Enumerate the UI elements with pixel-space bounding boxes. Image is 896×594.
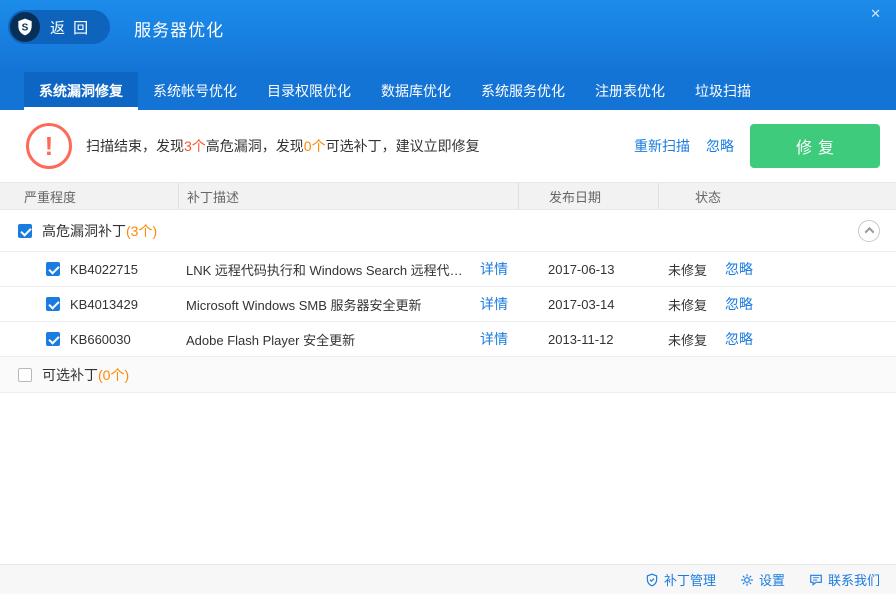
col-header-description: 补丁描述	[178, 183, 518, 209]
tab-system-service[interactable]: 系统服务优化	[466, 72, 580, 110]
rescan-link[interactable]: 重新扫描	[634, 136, 690, 156]
release-date: 2013-11-12	[518, 332, 658, 347]
empty-content-area	[0, 393, 896, 564]
settings-button[interactable]: 设置	[740, 570, 785, 589]
ignore-link[interactable]: 忽略	[725, 259, 753, 279]
kb-number: KB4022715	[70, 262, 138, 277]
group-checkbox-optional[interactable]	[18, 368, 32, 382]
status-text: 未修复	[668, 260, 707, 279]
back-button-label: 返 回	[50, 17, 90, 38]
titlebar: S 返 回 服务器优化 ✕	[0, 0, 896, 72]
severity-cell: KB4022715	[0, 262, 178, 277]
severity-cell: KB4013429	[0, 297, 178, 312]
col-header-date: 发布日期	[518, 183, 658, 209]
status-cell: 未修复 忽略	[658, 259, 896, 279]
alert-actions: 重新扫描 忽略 修复	[634, 124, 880, 168]
tab-registry-optimize[interactable]: 注册表优化	[580, 72, 680, 110]
col-header-severity: 严重程度	[0, 187, 178, 206]
description-cell: LNK 远程代码执行和 Windows Search 远程代码执... 详情	[178, 259, 518, 279]
status-cell: 未修复 忽略	[658, 294, 896, 314]
status-cell: 未修复 忽略	[658, 329, 896, 349]
scan-result-banner: ! 扫描结束，发现3个高危漏洞，发现0个可选补丁，建议立即修复 重新扫描 忽略 …	[0, 110, 896, 182]
contact-us-label: 联系我们	[828, 570, 880, 589]
patch-description: LNK 远程代码执行和 Windows Search 远程代码执...	[186, 260, 466, 279]
table-row: KB4022715 LNK 远程代码执行和 Windows Search 远程代…	[0, 252, 896, 287]
chat-icon	[809, 573, 823, 587]
group-count-optional: (0个)	[98, 367, 129, 383]
app-window: S 返 回 服务器优化 ✕ 系统漏洞修复 系统帐号优化 目录权限优化 数据库优化…	[0, 0, 896, 594]
kb-number: KB660030	[70, 332, 131, 347]
app-logo-icon: S	[10, 12, 40, 42]
detail-link[interactable]: 详情	[480, 329, 508, 349]
table-row: KB660030 Adobe Flash Player 安全更新 详情 2013…	[0, 322, 896, 357]
page-title: 服务器优化	[134, 16, 224, 41]
row-checkbox[interactable]	[46, 332, 60, 346]
group-count-high-risk: (3个)	[126, 223, 157, 239]
group-row-optional: 可选补丁(0个)	[0, 357, 896, 393]
patch-description: Microsoft Windows SMB 服务器安全更新	[186, 295, 421, 314]
group-label-optional: 可选补丁(0个)	[42, 365, 129, 385]
settings-label: 设置	[759, 570, 785, 589]
description-cell: Adobe Flash Player 安全更新 详情	[178, 329, 518, 349]
release-date: 2017-06-13	[518, 262, 658, 277]
scan-result-text: 扫描结束，发现3个高危漏洞，发现0个可选补丁，建议立即修复	[86, 136, 634, 156]
table-header: 严重程度 补丁描述 发布日期 状态	[0, 182, 896, 210]
optional-count: 0个	[304, 138, 326, 154]
group-label-high-risk: 高危漏洞补丁(3个)	[42, 221, 157, 241]
detail-link[interactable]: 详情	[480, 294, 508, 314]
table-row: KB4013429 Microsoft Windows SMB 服务器安全更新 …	[0, 287, 896, 322]
tab-database-optimize[interactable]: 数据库优化	[366, 72, 466, 110]
release-date: 2017-03-14	[518, 297, 658, 312]
high-risk-count: 3个	[184, 138, 206, 154]
group-row-high-risk: 高危漏洞补丁(3个)	[0, 210, 896, 252]
ignore-link[interactable]: 忽略	[725, 294, 753, 314]
patch-manage-button[interactable]: 补丁管理	[645, 570, 716, 589]
patch-manage-label: 补丁管理	[664, 570, 716, 589]
tab-directory-permission[interactable]: 目录权限优化	[252, 72, 366, 110]
tab-garbage-scan[interactable]: 垃圾扫描	[680, 72, 766, 110]
tab-bar: 系统漏洞修复 系统帐号优化 目录权限优化 数据库优化 系统服务优化 注册表优化 …	[0, 72, 896, 110]
gear-icon	[740, 573, 754, 587]
detail-link[interactable]: 详情	[480, 259, 508, 279]
tab-vulnerability-fix[interactable]: 系统漏洞修复	[24, 72, 138, 110]
ignore-all-link[interactable]: 忽略	[706, 136, 734, 156]
row-checkbox[interactable]	[46, 262, 60, 276]
warning-icon: !	[26, 123, 72, 169]
tab-account-optimize[interactable]: 系统帐号优化	[138, 72, 252, 110]
shield-icon	[645, 573, 659, 587]
scan-text-part2: 高危漏洞，发现	[206, 138, 304, 154]
ignore-link[interactable]: 忽略	[725, 329, 753, 349]
back-button[interactable]: S 返 回	[8, 10, 110, 44]
group-checkbox-high-risk[interactable]	[18, 224, 32, 238]
contact-us-button[interactable]: 联系我们	[809, 570, 880, 589]
fix-button[interactable]: 修复	[750, 124, 880, 168]
kb-number: KB4013429	[70, 297, 138, 312]
patch-description: Adobe Flash Player 安全更新	[186, 330, 355, 349]
col-header-status: 状态	[658, 183, 896, 209]
chevron-up-icon	[864, 227, 874, 237]
collapse-group-button[interactable]	[858, 220, 880, 242]
svg-text:S: S	[22, 22, 29, 33]
status-text: 未修复	[668, 330, 707, 349]
scan-text-part3: 可选补丁，建议立即修复	[326, 138, 480, 154]
close-icon[interactable]: ✕	[867, 4, 884, 23]
description-cell: Microsoft Windows SMB 服务器安全更新 详情	[178, 294, 518, 314]
footer-bar: 补丁管理 设置 联系我们	[0, 564, 896, 594]
severity-cell: KB660030	[0, 332, 178, 347]
row-checkbox[interactable]	[46, 297, 60, 311]
scan-text-part1: 扫描结束，发现	[86, 138, 184, 154]
status-text: 未修复	[668, 295, 707, 314]
